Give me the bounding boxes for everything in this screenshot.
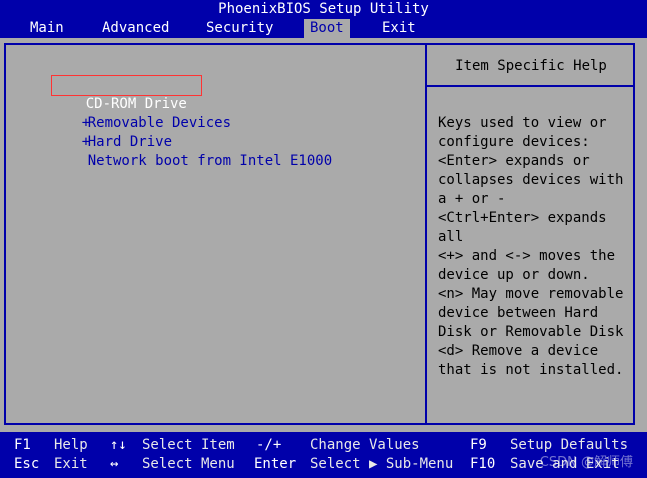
help-line: <Enter> expands or — [438, 153, 590, 169]
help-line: all — [438, 229, 464, 245]
help-line: <n> May move removable — [438, 286, 624, 302]
key-f10: F10 — [470, 456, 496, 472]
tab-advanced[interactable]: Advanced — [96, 19, 175, 38]
help-line: <+> and <-> moves the — [438, 248, 616, 264]
up-down-arrows-icon: ↑↓ — [110, 437, 127, 453]
menu-bar: Main Advanced Security Boot Exit — [0, 19, 647, 38]
help-line: configure devices: — [438, 134, 590, 150]
key-esc: Esc — [14, 456, 40, 472]
tab-security[interactable]: Security — [200, 19, 279, 38]
help-line: a + or - — [438, 191, 506, 207]
boot-panel: CD-ROM Drive +Removable Devices +Hard Dr… — [0, 38, 647, 432]
key-desc-select-menu: Select Menu — [142, 456, 235, 472]
key-legend: F1 Help ↑↓ Select Item -/+ Change Values… — [0, 432, 647, 478]
help-line: device between Hard — [438, 305, 599, 321]
watermark: CSDN @解师傅 — [539, 455, 633, 470]
help-line: <Ctrl+Enter> expands — [438, 210, 607, 226]
key-desc-exit: Exit — [54, 456, 88, 472]
boot-item-hard-drive[interactable]: +Hard Drive — [48, 114, 172, 150]
key-desc-help: Help — [54, 437, 88, 453]
help-line: Disk or Removable Disk — [438, 324, 624, 340]
window-title: PhoenixBIOS Setup Utility — [0, 0, 647, 19]
help-header-divider — [425, 85, 635, 87]
boot-item-network[interactable]: Network boot from Intel E1000 — [54, 133, 332, 169]
help-line: Keys used to view or — [438, 115, 607, 131]
boot-item-label: Network boot from Intel E1000 — [87, 153, 333, 169]
boot-item-cdrom[interactable]: CD-ROM Drive — [51, 75, 202, 112]
key-f1: F1 — [14, 437, 31, 453]
key-enter: Enter — [254, 456, 297, 472]
tab-exit[interactable]: Exit — [376, 19, 422, 38]
help-line: collapses devices with — [438, 172, 624, 188]
key-desc-select-item: Select Item — [142, 437, 235, 453]
panel-divider — [425, 43, 427, 425]
boot-item-removable[interactable]: +Removable Devices — [48, 95, 231, 131]
help-line: <d> Remove a device — [438, 343, 599, 359]
tab-boot[interactable]: Boot — [304, 19, 350, 38]
help-line: that is not installed. — [438, 362, 624, 378]
help-title: Item Specific Help — [455, 58, 607, 74]
key-f9: F9 — [470, 437, 487, 453]
help-line: device up or down. — [438, 267, 590, 283]
key-desc-change-values: Change Values — [310, 437, 420, 453]
key-minus-plus: -/+ — [256, 437, 282, 453]
left-right-arrows-icon: ↔ — [110, 456, 119, 472]
tab-main[interactable]: Main — [24, 19, 70, 38]
key-desc-select-submenu: Select ▶ Sub-Menu — [310, 456, 454, 472]
